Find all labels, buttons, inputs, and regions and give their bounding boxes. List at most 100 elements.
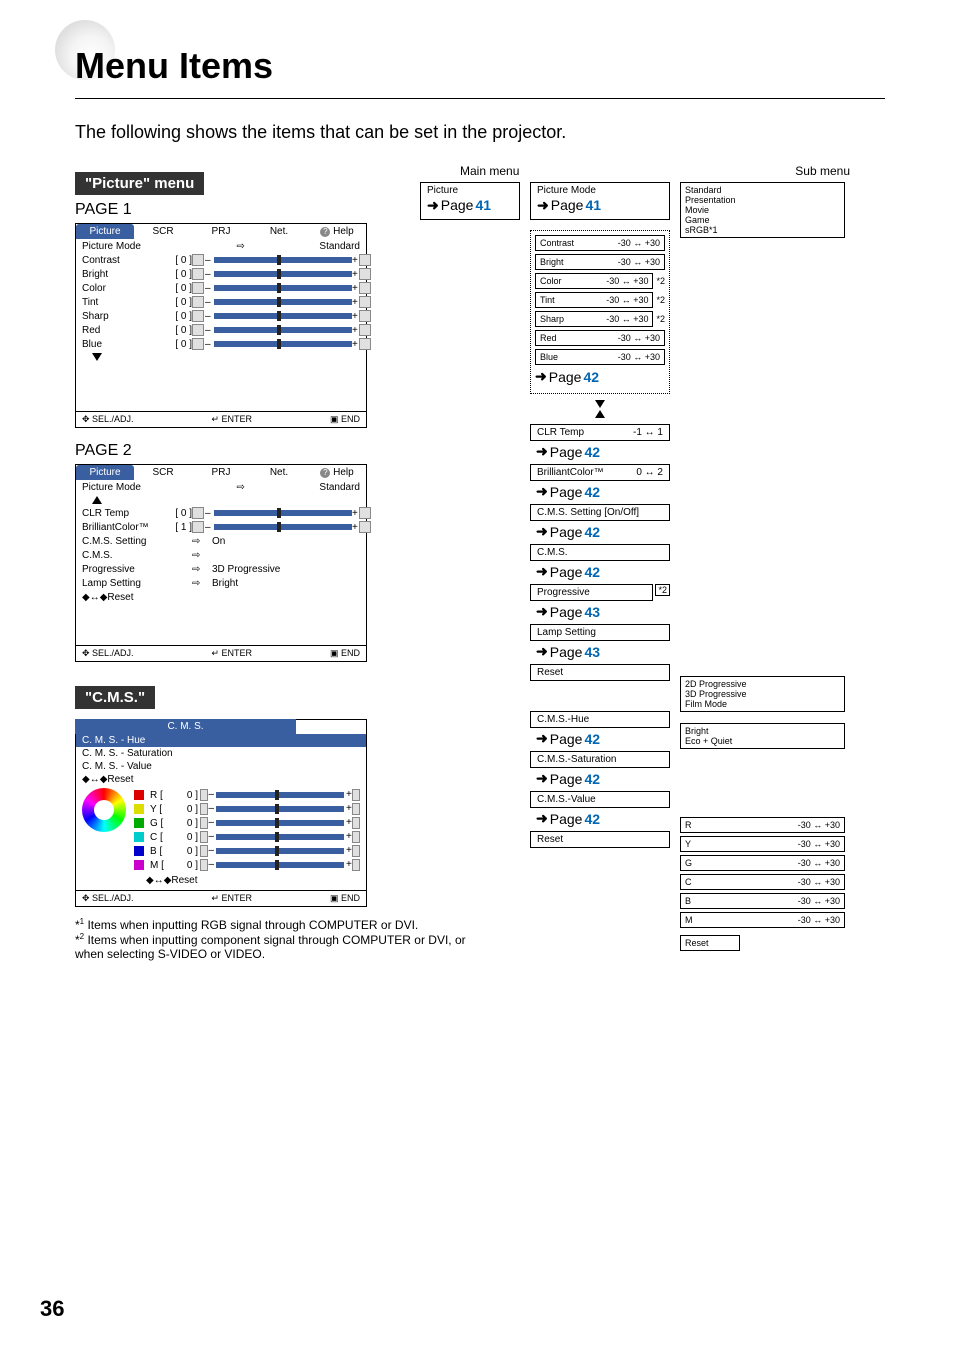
setting-row: Lamp Setting⇨Bright — [76, 576, 366, 590]
tab-help[interactable]: ? Help — [308, 465, 366, 480]
tree-item: C.M.S. Setting [On/Off] — [530, 504, 670, 521]
cms-channel-row: M [0 ]–+ — [134, 858, 360, 872]
rgb-range-row: C-30 ↔ +30 — [680, 874, 845, 890]
rgb-range-row: B-30 ↔ +30 — [680, 893, 845, 909]
end-label: END — [341, 414, 360, 424]
cms-hue: C. M. S. - Hue — [76, 734, 366, 747]
cms-channel-row: B [0 ]–+ — [134, 844, 360, 858]
adj-row: Blue[ 0 ]–+ — [76, 337, 366, 351]
adjust-group: Contrast-30 ↔ +30 Bright-30 ↔ +30 Color-30… — [530, 230, 670, 394]
cms-channel-row: G [0 ]–+ — [134, 816, 360, 830]
scroll-down-icon — [92, 353, 102, 361]
intro-text: The following shows the items that can b… — [75, 122, 566, 143]
tab-picture[interactable]: Picture — [76, 224, 134, 239]
tree-item: CLR Temp-1 ↔ 1 — [530, 424, 670, 441]
tree-adjust-row: Sharp-30 ↔ +30 — [535, 311, 653, 327]
tree-item: Picture Mode ➜Page 41 — [530, 182, 670, 220]
tree-item: C.M.S.-Saturation — [530, 751, 670, 768]
note-marker: *2 — [656, 314, 665, 324]
nav-down-icon — [595, 400, 605, 408]
picture-menu-tag: "Picture" menu — [75, 172, 204, 195]
adj-row: Bright[ 0 ]–+ — [76, 267, 366, 281]
nav-up-icon — [595, 410, 605, 418]
tab-scr[interactable]: SCR — [134, 224, 192, 239]
picture-mode-label: Picture Mode — [82, 482, 168, 493]
picture-mode-label: Picture Mode — [82, 241, 168, 252]
enter-label: ENTER — [222, 893, 253, 903]
cms-channel-row: R [0 ]–+ — [134, 788, 360, 802]
sub-menu-label: Sub menu — [795, 164, 850, 178]
main-menu-label: Main menu — [460, 164, 519, 178]
tab-prj[interactable]: PRJ — [192, 465, 250, 480]
rgb-range-row: Y-30 ↔ +30 — [680, 836, 845, 852]
cms-tag: "C.M.S." — [75, 686, 155, 709]
cms-title: C. M. S. — [75, 719, 296, 734]
tab-picture[interactable]: Picture — [76, 465, 134, 480]
note-marker: *2 — [655, 584, 670, 596]
adj-row: Red[ 0 ]–+ — [76, 323, 366, 337]
adj-row: BrilliantColor™[ 1 ]–+ — [76, 520, 366, 534]
reset-label: Reset — [107, 774, 133, 785]
tree-item: C.M.S.-Hue — [530, 711, 670, 728]
tree-item: Reset — [530, 664, 670, 681]
sub-options: 2D Progressive3D ProgressiveFilm Mode — [680, 676, 845, 712]
tab-prj[interactable]: PRJ — [192, 224, 250, 239]
setting-row: Progressive⇨3D Progressive — [76, 562, 366, 576]
enter-label: ENTER — [222, 648, 253, 658]
adj-row: CLR Temp[ 0 ]–+ — [76, 506, 366, 520]
cms-channel-row: Y [0 ]–+ — [134, 802, 360, 816]
rgb-range-row: R-30 ↔ +30 — [680, 817, 845, 833]
note-marker: *2 — [656, 276, 665, 286]
page-title: Menu Items — [75, 45, 273, 87]
tree-adjust-row: Contrast-30 ↔ +30 — [535, 235, 665, 251]
color-wheel-icon — [82, 788, 126, 832]
tree-item: Progressive — [530, 584, 653, 601]
adj-row: Contrast[ 0 ]–+ — [76, 253, 366, 267]
enter-label: ENTER — [222, 414, 253, 424]
tree-adjust-row: Tint-30 ↔ +30 — [535, 292, 653, 308]
menu-box-page2: PictureSCRPRJNet.? Help Picture Mode ⇨ S… — [75, 464, 367, 662]
adj-row: Tint[ 0 ]–+ — [76, 295, 366, 309]
tree-item: Reset — [530, 831, 670, 848]
reset-label: Reset — [107, 592, 133, 603]
end-label: END — [341, 648, 360, 658]
tree-adjust-row: Blue-30 ↔ +30 — [535, 349, 665, 365]
tab-net[interactable]: Net. — [250, 224, 308, 239]
tree-adjust-row: Red-30 ↔ +30 — [535, 330, 665, 346]
rgb-range-row: G-30 ↔ +30 — [680, 855, 845, 871]
tab-scr[interactable]: SCR — [134, 465, 192, 480]
tree-adjust-row: Bright-30 ↔ +30 — [535, 254, 665, 270]
tree-item: C.M.S.-Value — [530, 791, 670, 808]
sub-reset: Reset — [680, 935, 740, 951]
seladj-label: SEL./ADJ. — [92, 414, 134, 424]
tree-adjust-row: Color-30 ↔ +30 — [535, 273, 653, 289]
rgb-range-row: M-30 ↔ +30 — [680, 912, 845, 928]
tree-item: C.M.S. — [530, 544, 670, 561]
picture-mode-value: Standard — [313, 241, 360, 252]
rule — [75, 98, 885, 99]
note-marker: *2 — [656, 295, 665, 305]
end-label: END — [341, 893, 360, 903]
sub-options: BrightEco + Quiet — [680, 723, 845, 749]
tree-item: Picture ➜Page 41 — [420, 182, 520, 220]
setting-row: C.M.S.⇨ — [76, 548, 366, 562]
tab-net[interactable]: Net. — [250, 465, 308, 480]
footnotes: *1 Items when inputting RGB signal throu… — [75, 917, 475, 961]
tab-help[interactable]: ? Help — [308, 224, 366, 239]
tree-item: BrilliantColor™0 ↔ 2 — [530, 464, 670, 481]
seladj-label: SEL./ADJ. — [92, 893, 134, 903]
tree-item: Lamp Setting — [530, 624, 670, 641]
cms-sat: C. M. S. - Saturation — [76, 747, 366, 760]
cms-value: C. M. S. - Value — [76, 760, 366, 773]
sub-options: StandardPresentationMovieGamesRGB*1 — [680, 182, 845, 238]
scroll-up-icon — [92, 496, 102, 504]
page-number: 36 — [40, 1296, 64, 1322]
picture-mode-value: Standard — [313, 482, 360, 493]
menu-box-page1: PictureSCRPRJNet.? Help Picture Mode ⇨ S… — [75, 223, 367, 428]
seladj-label: SEL./ADJ. — [92, 648, 134, 658]
setting-row: C.M.S. Setting⇨On — [76, 534, 366, 548]
adj-row: Sharp[ 0 ]–+ — [76, 309, 366, 323]
page1-label: PAGE 1 — [75, 201, 385, 219]
cms-box: C. M. S. C. M. S. - Hue C. M. S. - Satur… — [75, 719, 367, 907]
reset-label: Reset — [171, 875, 197, 886]
